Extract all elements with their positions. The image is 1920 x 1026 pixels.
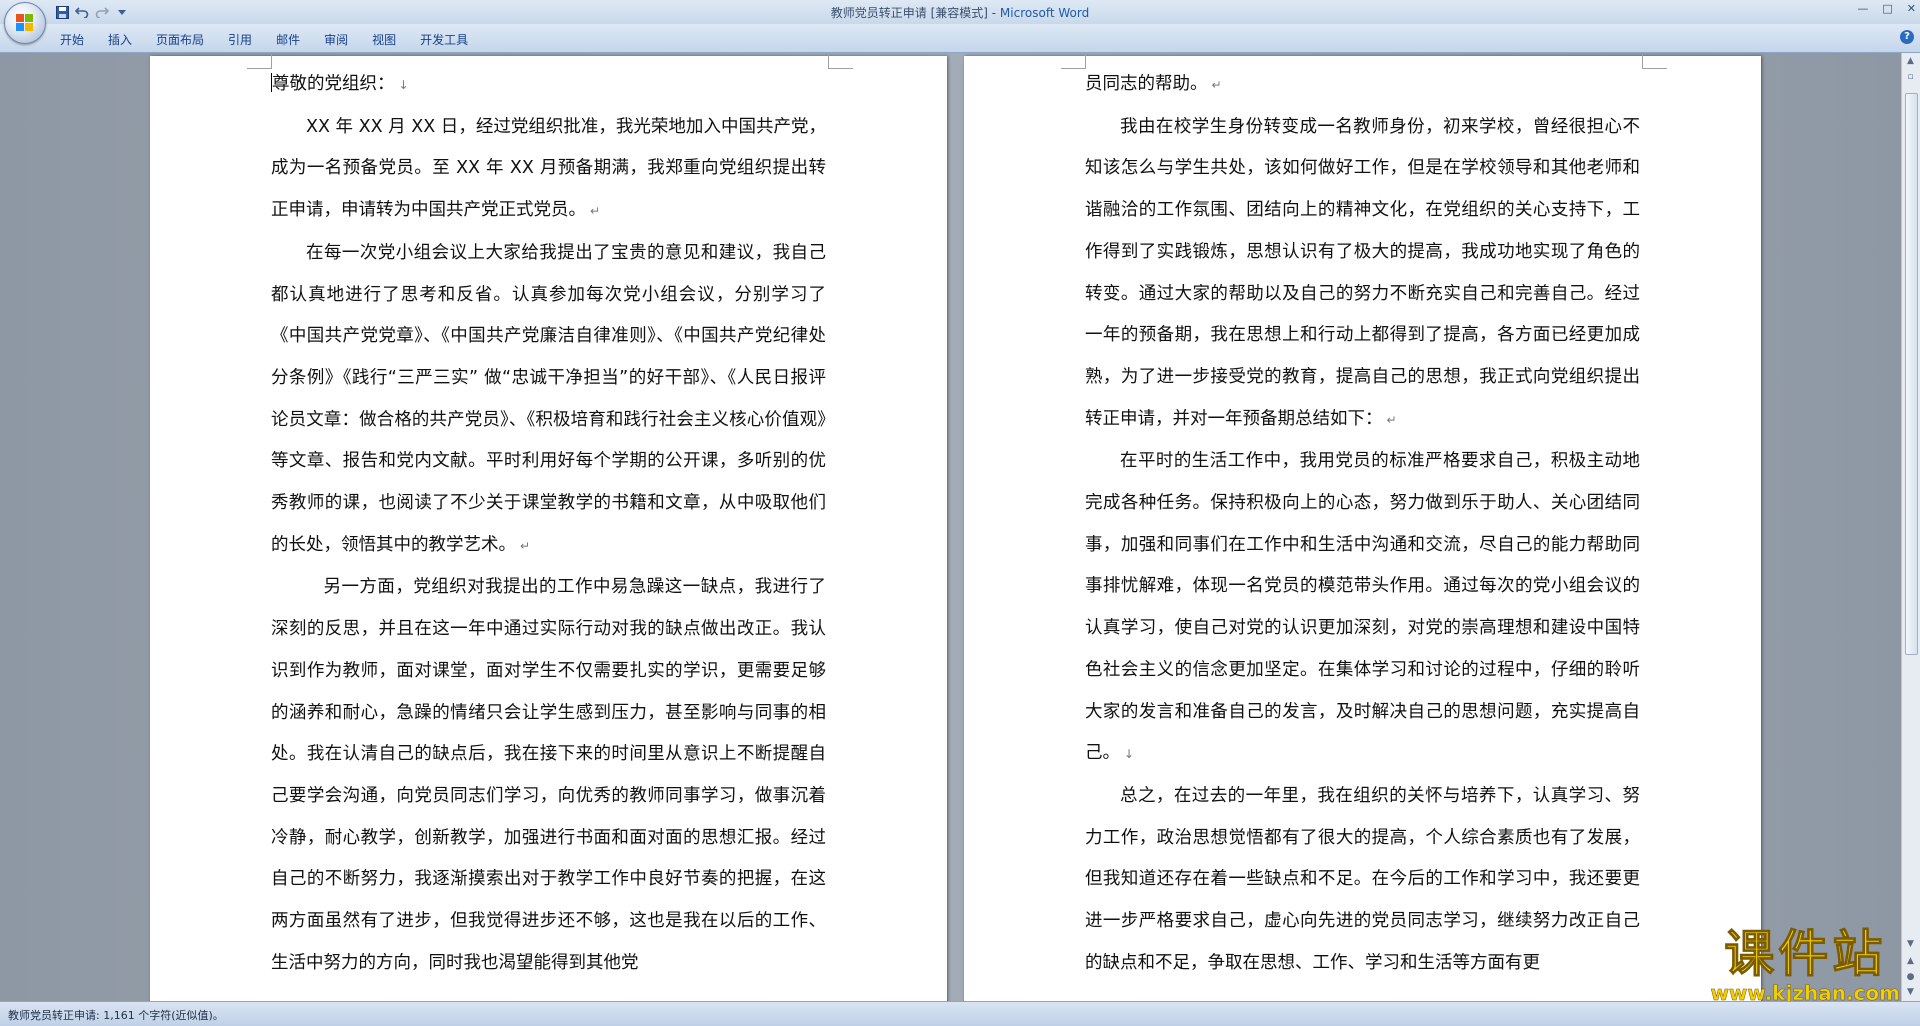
document-page-left[interactable]: 尊敬的党组织： ↓ XX 年 XX 月 XX 日，经过党组织批准，我光荣地加入中国… [150,54,947,1001]
tab-review[interactable]: 审阅 [312,29,360,50]
crop-mark [828,54,853,69]
title-bar: 教师党员转正申请 [兼容模式] - Microsoft Word — □ ✕ [0,0,1920,44]
next-page-icon[interactable]: ▼ [1904,986,1917,999]
ribbon: 开始 插入 页面布局 引用 邮件 审阅 视图 开发工具 ? [0,24,1920,53]
ribbon-tabs: 开始 插入 页面布局 引用 邮件 审阅 视图 开发工具 [48,29,480,50]
tab-references[interactable]: 引用 [216,29,264,50]
scroll-up-icon[interactable]: ▲ [1904,55,1917,68]
document-title: 教师党员转正申请 [兼容模式] - [830,6,1000,20]
scroll-thumb[interactable] [1905,93,1918,655]
paragraph: XX 年 XX 月 XX 日，经过党组织批准，我光荣地加入中国共产党，成为一名预… [271,116,826,221]
window-title: 教师党员转正申请 [兼容模式] - Microsoft Word [0,4,1920,21]
minimize-button[interactable]: — [1857,2,1868,15]
crop-mark [1642,54,1667,69]
crop-mark [1061,54,1086,69]
paragraph: 我由在校学生身份转变成一名教师身份，初来学校，曾经很担心不知该怎么与学生共处，该… [1085,116,1640,429]
paragraph: 总之，在过去的一年里，我在组织的关怀与培养下，认真学习、努力工作，政治思想觉悟都… [1085,785,1640,973]
tab-developer[interactable]: 开发工具 [408,29,480,50]
status-bar: 教师党员转正申请: 1,161 个字符(近似值)。 [0,1001,1920,1026]
scroll-down-icon[interactable]: ▼ [1904,938,1917,951]
watermark-title: 课件站 [1724,925,1887,983]
office-button[interactable] [4,2,46,44]
word-count-status[interactable]: 教师党员转正申请: 1,161 个字符(近似值)。 [8,1007,224,1023]
page-text-right[interactable]: 员同志的帮助。 ↵ 我由在校学生身份转变成一名教师身份，初来学校，曾经很担心不知该… [1085,64,1640,984]
maximize-button[interactable]: □ [1882,2,1892,15]
tab-mailings[interactable]: 邮件 [264,29,312,50]
watermark-logo: 课件站 www.kjzhan.com [1710,925,1900,1005]
salutation: 尊敬的党组织： [272,74,395,94]
page-text-left[interactable]: 尊敬的党组织： ↓ XX 年 XX 月 XX 日，经过党组织批准，我光荣地加入中国… [271,64,826,984]
ruler-toggle-icon[interactable]: ▫ [1904,71,1917,84]
office-logo-icon [16,14,34,32]
paragraph: 在平时的生活工作中，我用党员的标准严格要求自己，积极主动地完成各种任务。保持积极… [1085,451,1640,764]
crop-mark [247,54,272,69]
close-button[interactable]: ✕ [1907,2,1916,15]
window-controls: — □ ✕ [1857,2,1916,15]
paragraph: 员同志的帮助。 [1085,74,1208,94]
help-icon[interactable]: ? [1900,30,1914,44]
document-page-right[interactable]: 员同志的帮助。 ↵ 我由在校学生身份转变成一名教师身份，初来学校，曾经很担心不知该… [964,54,1761,1001]
tab-insert[interactable]: 插入 [96,29,144,50]
tab-page-layout[interactable]: 页面布局 [144,29,216,50]
paragraph: 另一方面，党组织对我提出的工作中易急躁这一缺点，我进行了深刻的反思，并且在这一年… [271,577,826,973]
previous-page-icon[interactable]: ▲ [1904,955,1917,968]
tab-home[interactable]: 开始 [48,29,96,50]
tab-view[interactable]: 视图 [360,29,408,50]
paragraph: 在每一次党小组会议上大家给我提出了宝贵的意见和建议，我自己都认真地进行了思考和反… [271,242,826,555]
vertical-scrollbar[interactable]: ▲ ▫ ▼ ▲ ● ▼ [1901,53,1920,1001]
app-name: Microsoft Word [999,6,1090,20]
document-workspace: 尊敬的党组织： ↓ XX 年 XX 月 XX 日，经过党组织批准，我光荣地加入中国… [0,53,1902,1001]
select-browse-object-icon[interactable]: ● [1904,971,1917,984]
